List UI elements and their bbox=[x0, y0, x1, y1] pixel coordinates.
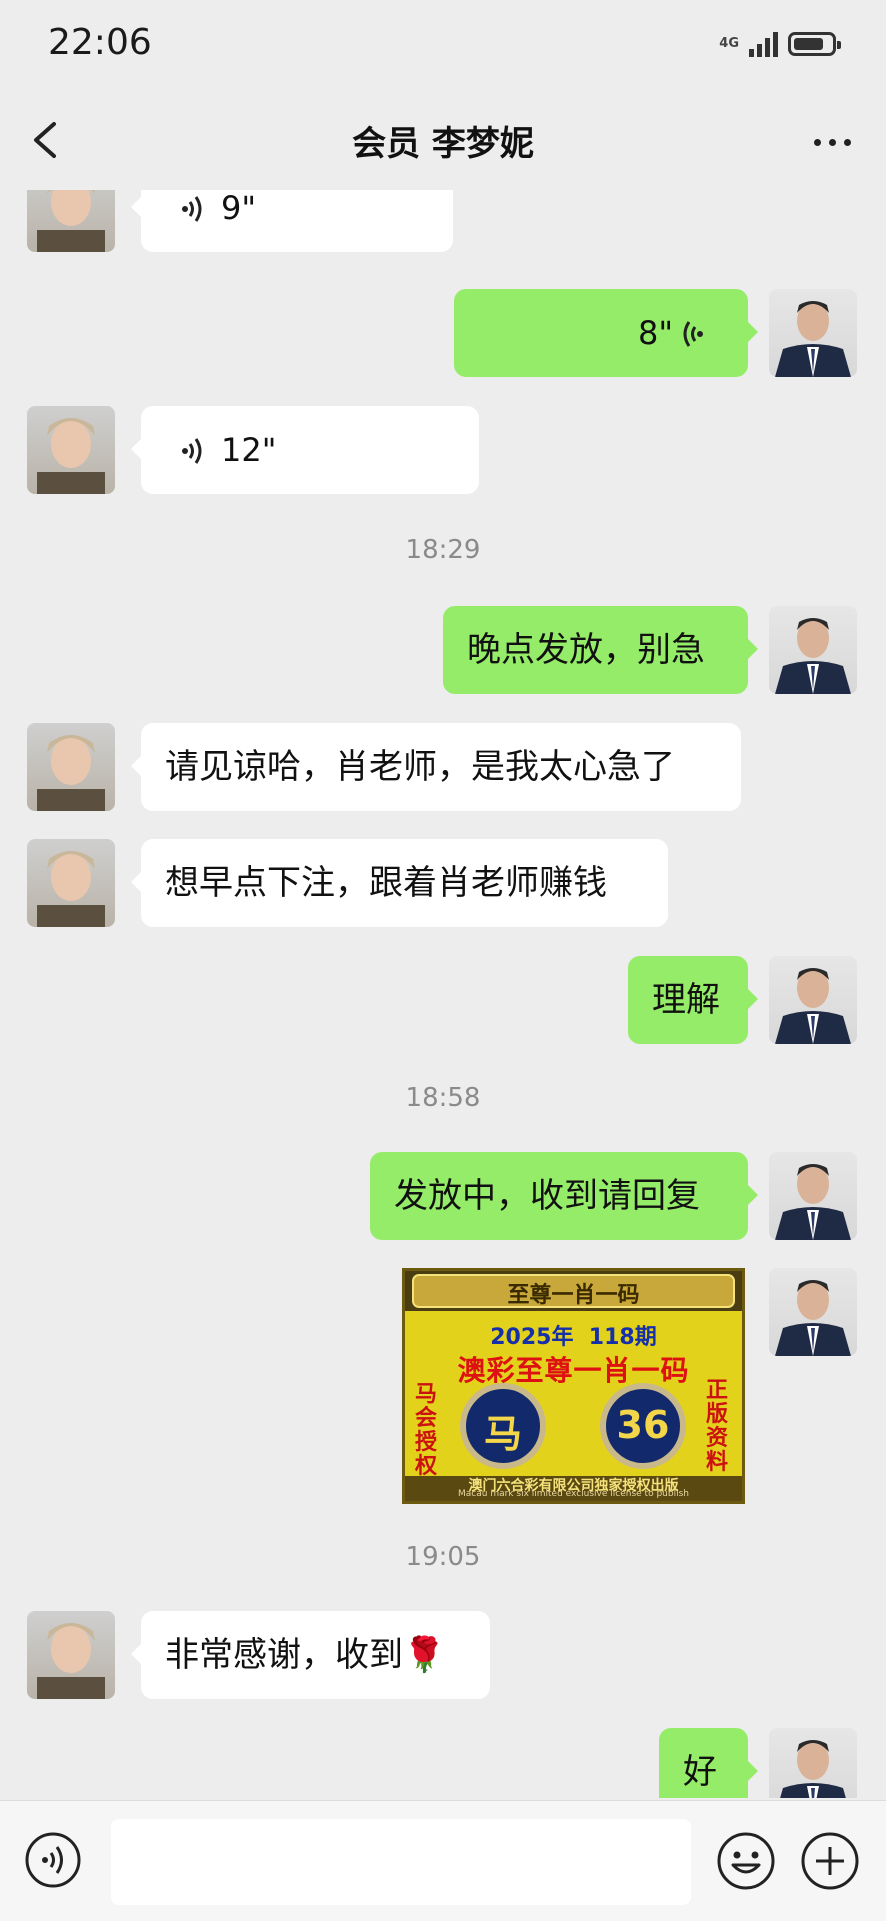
my-avatar[interactable] bbox=[769, 1152, 857, 1240]
plus-icon[interactable] bbox=[800, 1831, 860, 1891]
signal-icon bbox=[749, 31, 778, 57]
voice-message[interactable]: 9" bbox=[131, 190, 453, 252]
status-bar: 22:06 4G bbox=[0, 0, 886, 90]
status-icons: 4G bbox=[719, 24, 841, 64]
contact-avatar[interactable] bbox=[27, 1611, 115, 1699]
poster-right-vertical: 正版资料 bbox=[706, 1378, 729, 1475]
voice-wave-icon bbox=[182, 438, 202, 464]
message-text: 非常感谢，收到 bbox=[165, 1635, 403, 1675]
poster-zodiac: 马 bbox=[483, 1412, 522, 1456]
timestamp: 18:58 bbox=[405, 1083, 481, 1113]
poster-top-title: 至尊一肖一码 bbox=[507, 1283, 640, 1308]
voice-input-icon[interactable] bbox=[24, 1831, 82, 1889]
voice-wave-icon bbox=[182, 196, 202, 222]
poster-number: 36 bbox=[616, 1403, 670, 1447]
my-avatar[interactable] bbox=[769, 956, 857, 1044]
rose-emoji: 🌹 bbox=[403, 1635, 446, 1675]
voice-duration: 9" bbox=[221, 190, 257, 227]
my-avatar[interactable] bbox=[769, 289, 857, 377]
poster-issue: 2025年 118期 bbox=[490, 1325, 657, 1350]
contact-avatar[interactable] bbox=[27, 190, 115, 252]
text-message[interactable]: 好 bbox=[659, 1728, 758, 1798]
timestamp: 18:29 bbox=[405, 535, 481, 565]
voice-wave-icon bbox=[683, 321, 703, 347]
my-avatar[interactable] bbox=[769, 1728, 857, 1798]
chat-header: 会员 李梦妮 bbox=[0, 90, 886, 190]
text-message[interactable]: 发放中，收到请回复 bbox=[370, 1152, 758, 1240]
contact-avatar[interactable] bbox=[27, 839, 115, 927]
my-avatar[interactable] bbox=[769, 606, 857, 694]
text-message[interactable]: 理解 bbox=[628, 956, 758, 1044]
battery-icon bbox=[788, 32, 841, 56]
message-input[interactable] bbox=[111, 1819, 691, 1905]
voice-duration: 12" bbox=[221, 431, 277, 469]
input-bar bbox=[0, 1800, 886, 1921]
contact-avatar[interactable] bbox=[27, 406, 115, 494]
text-message[interactable]: 非常感谢，收到🌹 bbox=[131, 1611, 490, 1699]
emoji-icon[interactable] bbox=[716, 1831, 776, 1891]
network-type: 4G bbox=[719, 36, 739, 51]
status-time: 22:06 bbox=[48, 22, 152, 63]
timestamp: 19:05 bbox=[405, 1542, 481, 1572]
contact-avatar[interactable] bbox=[27, 723, 115, 811]
image-message[interactable]: 至尊一肖一码 2025年 118期 澳彩至尊一肖一码 马会授权 正版资料 马 3… bbox=[402, 1268, 745, 1504]
poster-left-vertical: 马会授权 bbox=[415, 1382, 438, 1479]
text-message[interactable]: 想早点下注，跟着肖老师赚钱 bbox=[131, 839, 668, 927]
message-list[interactable]: 9" 8" 12" 18:29 晚点发放，别急 请见谅哈，肖老师，是我太心急了 … bbox=[0, 190, 886, 1798]
text-message[interactable]: 晚点发放，别急 bbox=[443, 606, 758, 694]
voice-message[interactable]: 12" bbox=[131, 406, 479, 494]
voice-duration: 8" bbox=[638, 314, 674, 352]
poster-headline: 澳彩至尊一肖一码 bbox=[457, 1354, 690, 1387]
my-avatar[interactable] bbox=[769, 1268, 857, 1356]
chat-title: 会员 李梦妮 bbox=[352, 124, 534, 164]
voice-message[interactable]: 8" bbox=[454, 289, 758, 377]
text-message[interactable]: 请见谅哈，肖老师，是我太心急了 bbox=[131, 723, 741, 811]
more-icon[interactable] bbox=[804, 116, 860, 168]
poster-footer-en: Macau mark six limited exclusive license… bbox=[458, 1489, 689, 1499]
